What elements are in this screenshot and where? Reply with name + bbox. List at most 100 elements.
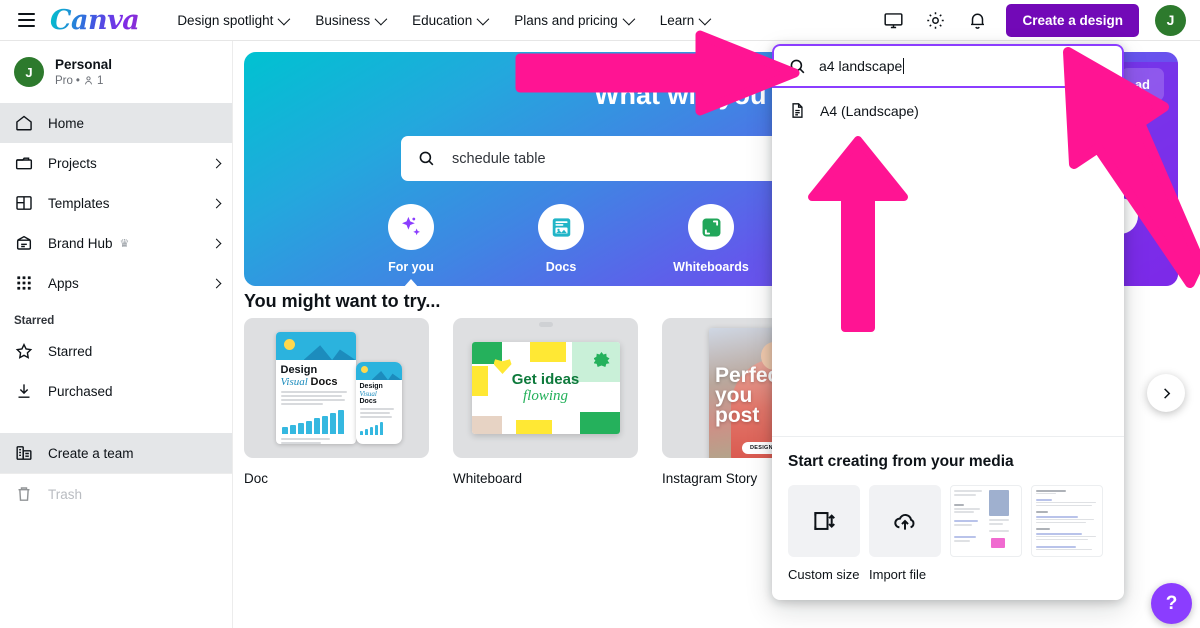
sidebar-item-label: Trash [48, 486, 83, 502]
sidebar-item-label: Brand Hub [48, 235, 113, 251]
search-icon [790, 59, 805, 73]
nav-item-design-spotlight[interactable]: Design spotlight [177, 12, 291, 28]
brand-hub-icon [16, 235, 32, 250]
sidebar-item-label: Projects [48, 155, 97, 171]
card-caption: Whiteboard [453, 471, 523, 486]
chevron-right-icon [211, 278, 222, 288]
selected-indicator [403, 279, 419, 286]
star-icon [15, 343, 33, 359]
dropdown-spacer [772, 133, 1124, 436]
ig-art-headline: Perfec you post [715, 364, 780, 427]
hero-search-value: schedule table [452, 150, 546, 167]
search-icon [419, 151, 434, 166]
canva-logo[interactable]: Canva [50, 5, 140, 36]
sidebar-item-label: Create a team [48, 445, 134, 461]
doc-art-title-3: Docs [310, 376, 338, 388]
team-member-count: 1 [96, 74, 104, 87]
gear-icon[interactable] [922, 7, 948, 33]
chevron-down-icon [698, 12, 712, 25]
hero-category-whiteboards[interactable]: Whiteboards [663, 204, 759, 286]
sidebar-item-label: Apps [48, 275, 79, 291]
sparkles-icon [388, 204, 434, 250]
sidebar-clipped-item [0, 411, 232, 433]
nav-links: Design spotlight Business Education Plan… [177, 12, 712, 28]
apps-grid-icon [17, 276, 31, 290]
media-thumbnail-document[interactable] [950, 485, 1022, 557]
doc-icon [538, 204, 584, 250]
sidebar-item-label: Templates [48, 195, 110, 211]
hero-upload-button[interactable]: ad [1120, 68, 1164, 101]
sidebar-item-home[interactable]: Home [0, 103, 232, 143]
doc-artwork: Design Visual Docs Design Visual Docs [272, 326, 402, 450]
nav-label: Plans and pricing [514, 12, 618, 28]
search-input[interactable]: a4 landscape [772, 44, 1124, 88]
hero-category-docs[interactable]: Docs [513, 204, 609, 286]
card-whiteboard[interactable]: Get ideas flowing Whiteboard [453, 318, 638, 486]
custom-size-icon [788, 485, 860, 557]
sidebar-section-label: Starred [14, 315, 55, 327]
start-creating-heading: Start creating from your media [788, 453, 1014, 470]
person-icon [85, 76, 92, 85]
section-heading-try: You might want to try... [244, 291, 441, 311]
templates-icon [16, 196, 32, 210]
start-creating-section: Start creating from your media Custom si… [772, 436, 1124, 600]
carousel-next-button[interactable] [1147, 374, 1185, 412]
card-doc[interactable]: Design Visual Docs Design Visual Docs Do… [244, 318, 429, 486]
sidebar-item-projects[interactable]: Projects [0, 143, 232, 183]
sidebar-item-trash[interactable]: Trash [0, 474, 232, 514]
media-thumbnail-search-results[interactable] [1031, 485, 1103, 557]
sidebar-item-templates[interactable]: Templates [0, 183, 232, 223]
crown-icon: ♛ [119, 237, 130, 250]
doc-art-title-1: Design [280, 364, 318, 376]
tile-label: Custom size [788, 567, 860, 582]
custom-size-tile[interactable]: Custom size [788, 485, 860, 582]
search-dropdown-panel: a4 landscape A4 (Landscape) Start creati… [772, 44, 1124, 600]
nav-item-business[interactable]: Business [315, 12, 388, 28]
whiteboard-icon [688, 204, 734, 250]
team-plan: Pro [55, 74, 73, 87]
chevron-right-icon [211, 198, 222, 208]
tile-label: Import file [869, 567, 927, 582]
nav-label: Learn [659, 12, 695, 28]
chevron-down-icon [277, 12, 291, 25]
sidebar-item-apps[interactable]: Apps [0, 263, 232, 303]
import-file-tile[interactable]: Import file [869, 485, 941, 582]
media-tiles: Custom size Import file [788, 485, 1108, 582]
create-a-design-button[interactable]: Create a design [1006, 3, 1139, 37]
top-navigation-bar: Canva Design spotlight Business Educatio… [0, 0, 1200, 41]
team-switcher[interactable]: J Personal Pro • 1 [0, 41, 232, 103]
chevron-right-icon [211, 158, 222, 168]
sidebar-item-label: Home [48, 115, 85, 131]
sidebar-item-brand-hub[interactable]: Brand Hub ♛ [0, 223, 232, 263]
search-suggestion-a4-landscape[interactable]: A4 (Landscape) [772, 88, 1124, 133]
team-building-icon [16, 446, 32, 460]
text-caret [903, 58, 905, 74]
nav-label: Design spotlight [177, 12, 274, 28]
sidebar-item-label: Starred [48, 343, 93, 359]
help-button[interactable]: ? [1151, 583, 1192, 624]
sidebar: J Personal Pro • 1 Home Projects Templat… [0, 41, 233, 628]
doc-art-title-2: Visual [280, 376, 308, 388]
chevron-right-icon [211, 238, 222, 248]
sidebar-item-purchased[interactable]: Purchased [0, 371, 232, 411]
sidebar-item-starred[interactable]: Starred [0, 331, 232, 371]
folder-icon [15, 157, 33, 170]
monitor-icon[interactable] [880, 7, 906, 33]
nav-item-education[interactable]: Education [412, 12, 490, 28]
cloud-upload-icon [869, 485, 941, 557]
sidebar-item-create-a-team[interactable]: Create a team [0, 433, 232, 473]
whiteboard-art-line-1: Get ideas [511, 371, 580, 388]
whiteboard-artwork: Get ideas flowing [471, 342, 620, 434]
camera-dot [538, 322, 553, 327]
hero-category-label: Docs [545, 260, 577, 274]
bell-icon[interactable] [964, 7, 990, 33]
nav-item-plans-and-pricing[interactable]: Plans and pricing [514, 12, 636, 28]
avatar[interactable]: J [1155, 4, 1186, 36]
trash-icon [18, 487, 30, 501]
hero-category-for-you[interactable]: For you [363, 204, 459, 286]
nav-item-learn[interactable]: Learn [659, 12, 712, 28]
card-caption: Doc [244, 471, 269, 486]
hero-category-label: Whiteboards [673, 260, 749, 274]
hamburger-icon[interactable] [8, 13, 44, 27]
home-icon [16, 115, 32, 131]
